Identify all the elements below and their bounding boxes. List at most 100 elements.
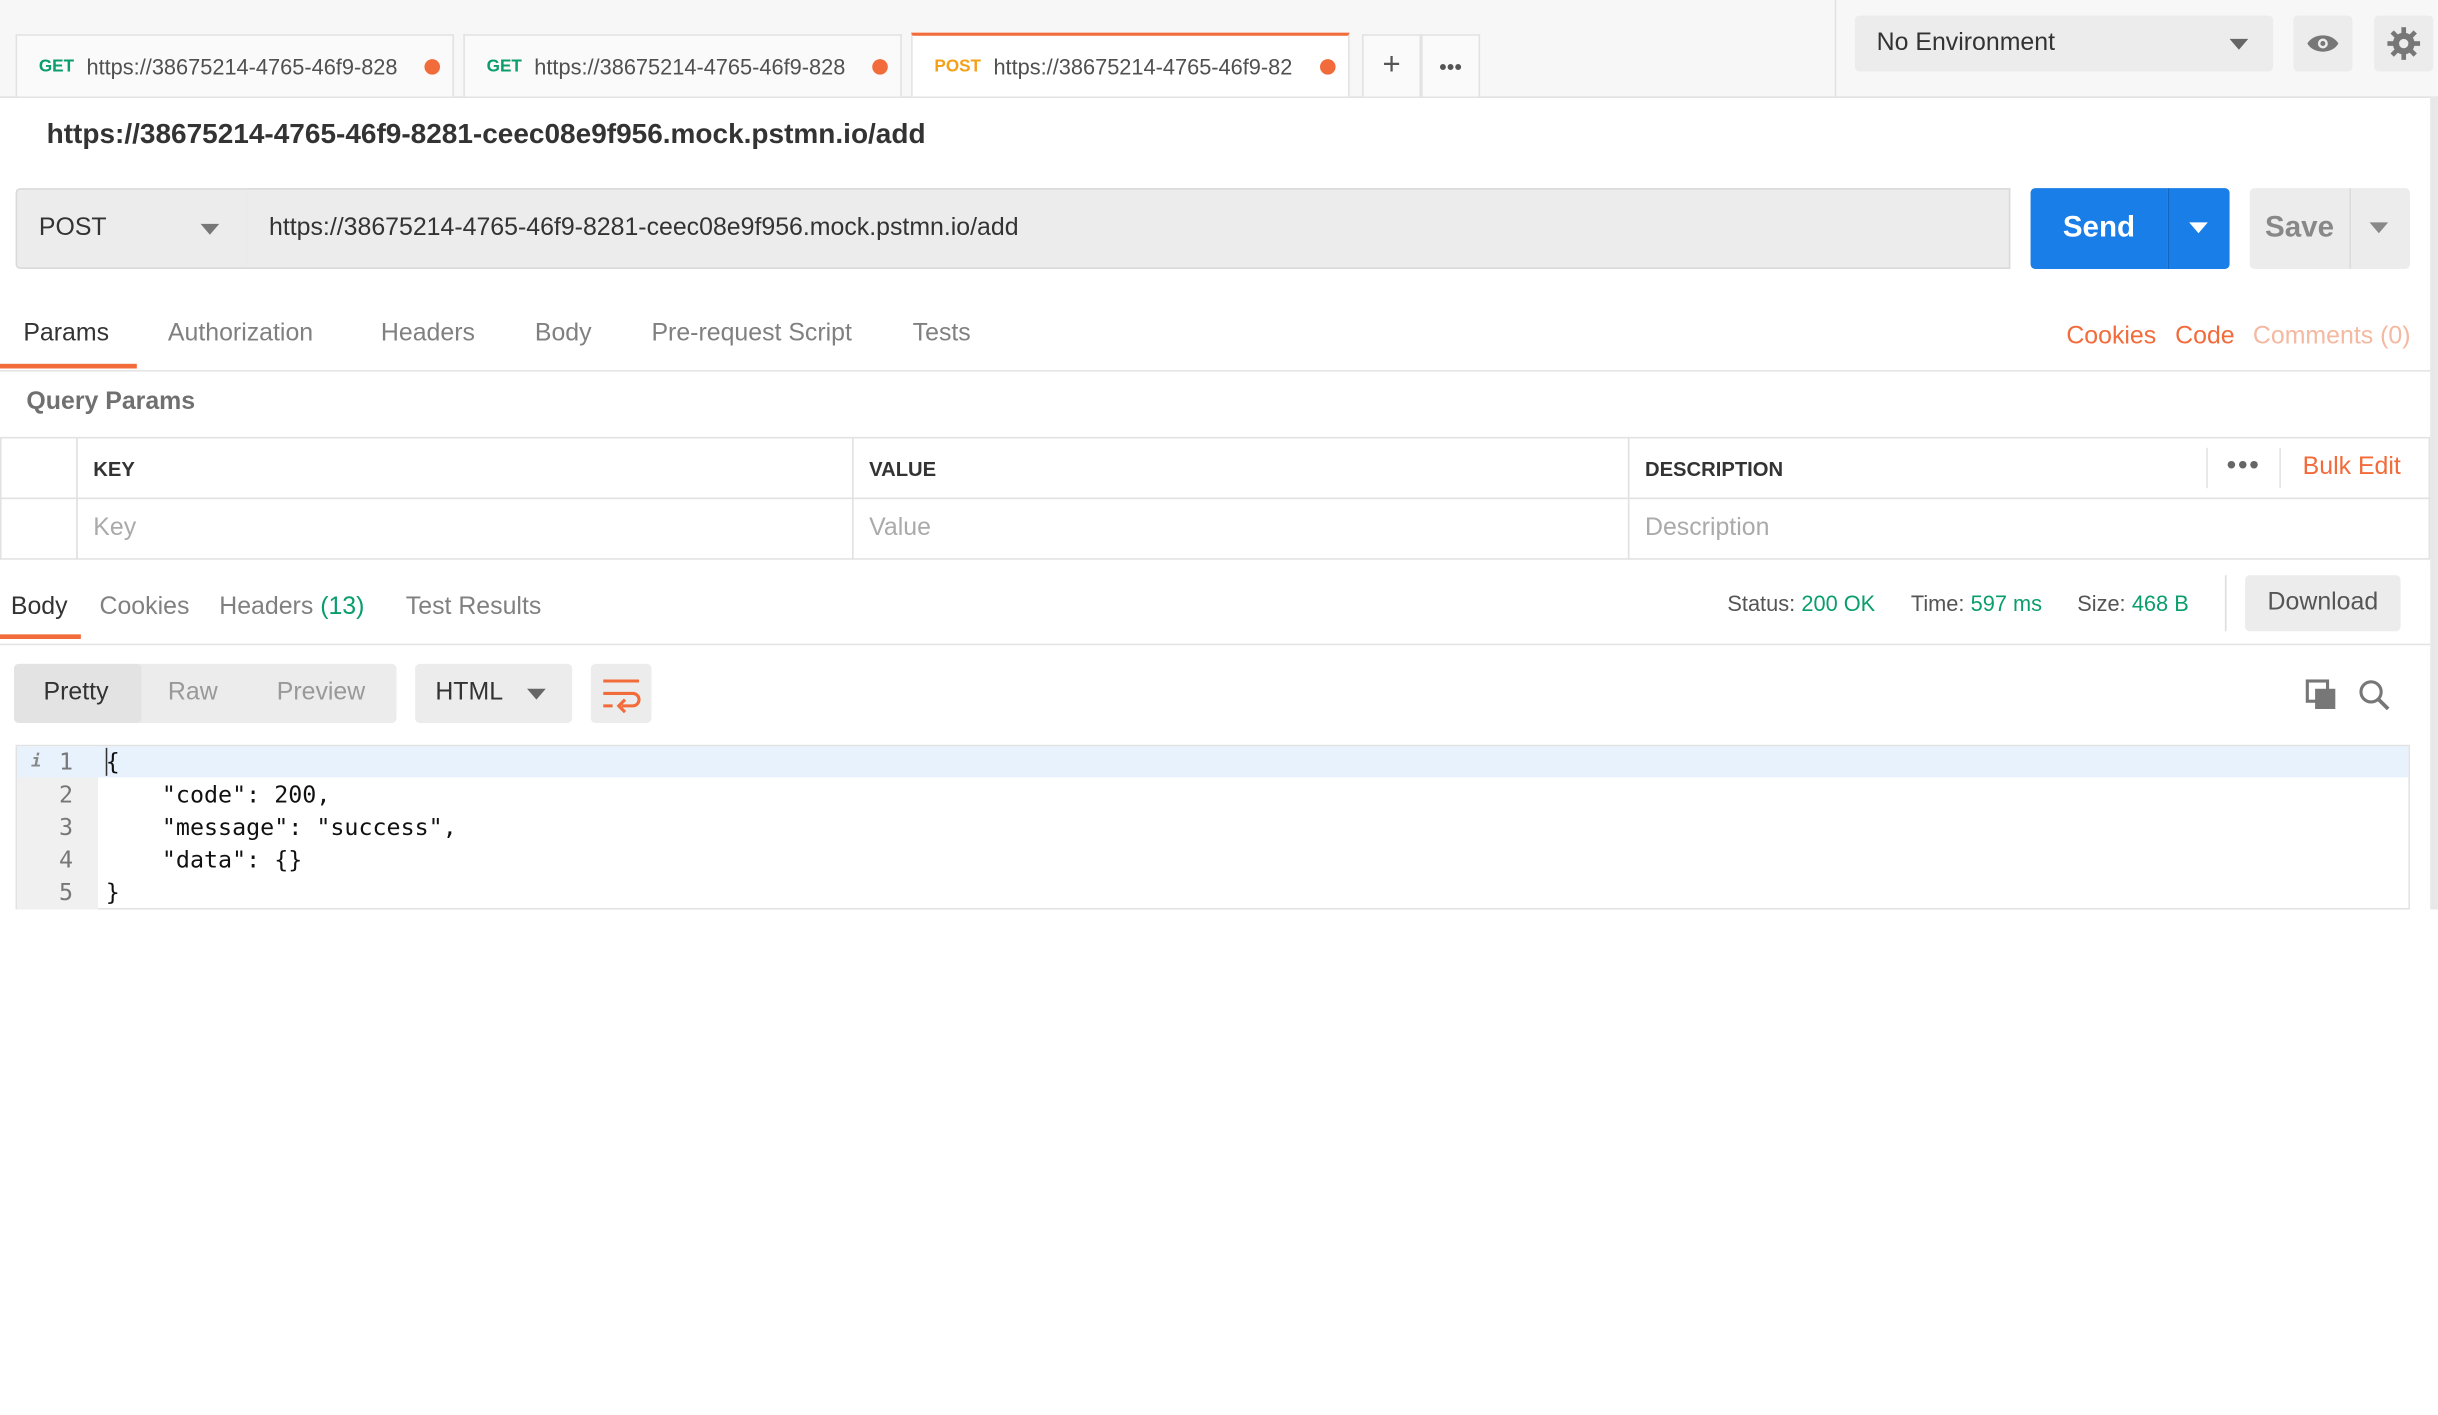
postman-window: GET https://38675214-4765-46f9-828 GET h… — [0, 0, 2438, 910]
divider — [2279, 447, 2281, 489]
line-number: 5 — [59, 878, 74, 907]
line-text: "data": {} — [105, 845, 303, 874]
status-readout: Status: 200 OK — [1727, 591, 1875, 616]
tab-authorization[interactable]: Authorization — [168, 320, 313, 348]
comments-link[interactable]: Comments (0) — [2253, 323, 2411, 351]
response-tab-headers[interactable]: Headers (13) — [219, 594, 364, 622]
line-number: 3 — [59, 813, 74, 842]
environment-selected: No Environment — [1876, 29, 2056, 56]
view-preview[interactable]: Preview — [277, 679, 365, 707]
status-label: Status: — [1727, 590, 1796, 616]
time-label: Time: — [1910, 590, 1965, 616]
plus-icon: + — [1382, 48, 1401, 83]
unsaved-dot-icon — [1320, 59, 1336, 75]
headers-count-badge: (13) — [320, 593, 365, 621]
tab-url: https://38675214-4765-46f9-82 — [993, 53, 1293, 79]
method-badge: GET — [486, 56, 522, 76]
environment-bar: No Environment — [1834, 0, 2438, 98]
time-value: 597 ms — [1970, 590, 2043, 616]
request-tab-2[interactable]: GET https://38675214-4765-46f9-828 — [463, 34, 902, 97]
line-text: "message": "success", — [105, 813, 457, 842]
size-label: Size: — [2077, 590, 2126, 616]
row-checkbox-header — [0, 436, 78, 500]
line-text: "code": 200, — [105, 780, 331, 809]
divider — [2224, 575, 2227, 632]
response-tab-test-results[interactable]: Test Results — [406, 594, 541, 622]
more-dots-icon: ••• — [1439, 53, 1463, 79]
tab-params[interactable]: Params — [23, 320, 109, 348]
view-mode-segmented: Pretty Raw Preview — [13, 663, 397, 723]
search-icon[interactable] — [2357, 678, 2391, 712]
bulk-edit-link[interactable]: Bulk Edit — [2303, 454, 2401, 482]
chevron-down-icon — [2369, 222, 2389, 234]
line-number: 1 — [59, 747, 74, 776]
line-text: } — [105, 878, 120, 907]
scrollbar[interactable] — [2430, 96, 2438, 910]
row-checkbox[interactable] — [0, 497, 78, 560]
send-button[interactable]: Send — [2030, 188, 2168, 269]
wrap-line-button[interactable] — [590, 663, 652, 723]
new-tab-button[interactable]: + — [1362, 34, 1422, 97]
save-options-button[interactable] — [2349, 188, 2410, 269]
method-badge: GET — [38, 56, 75, 76]
description-input[interactable]: Description — [1627, 497, 2431, 560]
response-tab-body[interactable]: Body — [11, 594, 68, 622]
environment-quick-look-button[interactable] — [2293, 15, 2353, 72]
unsaved-dot-icon — [424, 59, 441, 75]
code-line: 4 "data": {} — [17, 844, 2408, 875]
download-button[interactable]: Download — [2245, 575, 2401, 632]
wrap-lines-icon — [603, 679, 641, 714]
tab-body[interactable]: Body — [535, 320, 592, 348]
code-line: i 1 { — [17, 746, 2409, 778]
size-value: 468 B — [2131, 590, 2189, 616]
response-body-editor[interactable]: i 1 { 2 "code": 200, 3 "message": "succe… — [15, 744, 2410, 910]
unsaved-dot-icon — [872, 59, 888, 75]
view-raw[interactable]: Raw — [168, 679, 218, 707]
status-value: 200 OK — [1801, 590, 1876, 616]
gear-icon — [2387, 27, 2421, 60]
method-select[interactable]: POST — [15, 188, 249, 269]
key-input[interactable]: Key — [76, 497, 854, 560]
copy-icon[interactable] — [2304, 678, 2338, 712]
response-tab-headers-label: Headers — [219, 593, 314, 621]
tab-url: https://38675214-4765-46f9-828 — [534, 53, 846, 79]
code-line: 2 "code": 200, — [17, 779, 2408, 810]
request-tab-1[interactable]: GET https://38675214-4765-46f9-828 — [15, 34, 455, 97]
column-header-key: KEY — [76, 436, 854, 500]
environment-select[interactable]: No Environment — [1854, 15, 2274, 72]
eye-icon — [2307, 35, 2339, 52]
format-select[interactable]: HTML — [415, 663, 573, 723]
save-button[interactable]: Save — [2249, 188, 2350, 269]
value-input[interactable]: Value — [852, 497, 1630, 560]
active-tab-indicator — [0, 363, 137, 369]
line-number: 2 — [59, 780, 74, 809]
tab-more-button[interactable]: ••• — [1421, 34, 1481, 97]
cookies-link[interactable]: Cookies — [2066, 323, 2156, 351]
code-link[interactable]: Code — [2175, 323, 2234, 351]
send-options-button[interactable] — [2167, 188, 2230, 269]
environment-settings-button[interactable] — [2374, 15, 2434, 72]
format-value: HTML — [435, 679, 504, 706]
line-number: 4 — [59, 845, 74, 874]
tab-pre-request-script[interactable]: Pre-request Script — [651, 320, 851, 348]
tab-url: https://38675214-4765-46f9-828 — [86, 53, 398, 79]
request-tab-3-active[interactable]: POST https://38675214-4765-46f9-82 — [911, 32, 1350, 97]
response-tab-cookies[interactable]: Cookies — [100, 594, 190, 622]
method-badge: POST — [934, 56, 982, 76]
chevron-down-icon — [2189, 222, 2208, 234]
params-more-icon[interactable]: ••• — [2226, 449, 2260, 482]
request-tabs: Params Authorization Headers Body Pre-re… — [0, 305, 2431, 372]
response-header-bar: Body Cookies Headers (13) Test Results S… — [0, 562, 2431, 646]
time-readout: Time: 597 ms — [1911, 591, 2042, 616]
url-input[interactable]: https://38675214-4765-46f9-8281-ceec08e9… — [247, 188, 2011, 269]
code-line: 3 "message": "success", — [17, 812, 2408, 843]
column-header-value: VALUE — [852, 436, 1630, 500]
tab-headers[interactable]: Headers — [381, 320, 475, 348]
request-title: https://38675214-4765-46f9-8281-ceec08e9… — [46, 118, 926, 150]
chevron-down-icon — [527, 688, 546, 700]
size-readout: Size: 468 B — [2077, 591, 2189, 616]
view-pretty[interactable]: Pretty — [44, 679, 109, 707]
tab-tests[interactable]: Tests — [913, 320, 971, 348]
method-value: POST — [38, 214, 107, 241]
text-cursor — [105, 747, 108, 776]
